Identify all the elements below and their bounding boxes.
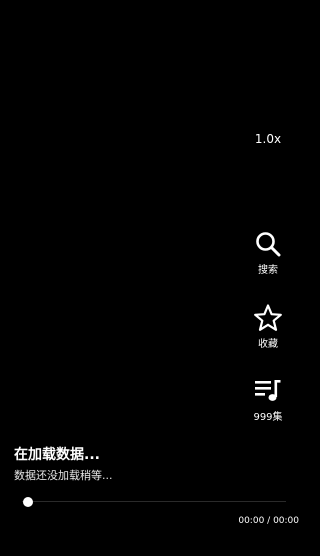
favorite-label: 收藏 <box>258 339 278 350</box>
favorite-button[interactable]: 收藏 <box>244 303 292 351</box>
seek-bar[interactable] <box>22 494 286 510</box>
episode-list-button[interactable]: 999集 <box>244 376 292 424</box>
search-icon <box>253 229 283 259</box>
total-time: 00:00 <box>273 516 299 526</box>
seek-thumb[interactable] <box>23 497 33 507</box>
search-button[interactable]: 搜索 <box>244 229 292 277</box>
episode-count-label: 999集 <box>253 412 283 423</box>
loading-subtitle: 数据还没加载稍等... <box>14 469 113 482</box>
time-separator: / <box>264 516 274 526</box>
search-label: 搜索 <box>258 265 278 276</box>
current-time: 00:00 <box>238 516 265 526</box>
star-icon <box>253 303 283 333</box>
playlist-icon <box>253 376 283 406</box>
seek-track <box>22 501 286 502</box>
video-player-screen[interactable]: 1.0x 搜索 收藏 999集 在加载数据... 数据还没加载稍等... 00:… <box>0 0 313 556</box>
loading-title: 在加载数据... <box>14 447 100 463</box>
playback-speed-button[interactable]: 1.0x <box>248 129 288 149</box>
time-display: 00:00 / 00:00 <box>238 515 299 527</box>
